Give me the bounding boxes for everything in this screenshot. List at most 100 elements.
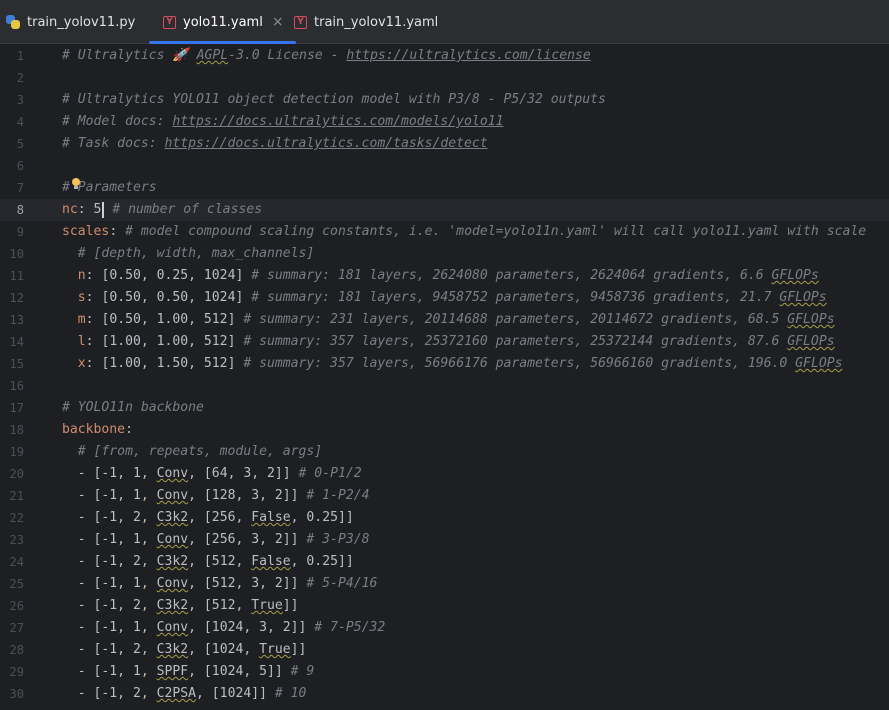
line-code: scales: # model compound scaling constan… [62,221,866,243]
code-line[interactable]: 7 # Parameters [0,177,889,199]
tab-yolo11-yaml[interactable]: Y yolo11.yaml × [149,0,296,44]
code-line[interactable]: 12 s: [0.50, 0.50, 1024] # summary: 181 … [0,287,889,309]
line-number: 25 [9,577,24,591]
line-number: 13 [9,313,24,327]
line-code: # YOLO11n backbone [62,397,204,419]
code-line[interactable]: 1 # Ultralytics 🚀 AGPL-3.0 License - http… [0,45,889,67]
code-token: # summary: 357 layers, 56966176 paramete… [243,356,796,371]
line-code: # Ultralytics YOLO11 object detection mo… [62,89,606,111]
code-token: C3k2 [156,554,189,569]
code-line[interactable]: 10 # [depth, width, max_channels] [0,243,889,265]
code-token: - [-1, 1, [62,576,157,591]
code-line[interactable]: 30 - [-1, 2, C2PSA, [1024]] # 10 [0,683,889,705]
code-token: SPPF [156,664,189,679]
code-editor[interactable]: 1 # Ultralytics 🚀 AGPL-3.0 License - http… [0,45,889,710]
tab-train-yolov11-py[interactable]: train_yolov11.py [6,0,135,44]
code-token: , [64, 3, 2]] [188,466,299,481]
code-token: True [259,642,291,657]
code-line[interactable]: 23 - [-1, 1, Conv, [256, 3, 2]] # 3-P3/8 [0,529,889,551]
code-token: GFLOPs [787,312,835,327]
code-token: # Ultralytics 🚀 [62,48,197,63]
code-token: -3.0 License - [228,48,347,63]
code-line[interactable]: 9 scales: # model compound scaling consta… [0,221,889,243]
code-token: , [512, [188,554,252,569]
code-line[interactable]: 16 [0,375,889,397]
line-number: 8 [16,203,24,217]
code-token: https://ultralytics.com/license [346,48,591,63]
line-code: - [-1, 1, Conv, [512, 3, 2]] # 5-P4/16 [62,573,378,595]
code-line[interactable]: 8 nc: 5 # number of classes [0,199,889,221]
code-line[interactable]: 15 x: [1.00, 1.50, 512] # summary: 357 l… [0,353,889,375]
line-code: # Ultralytics 🚀 AGPL-3.0 License - https… [62,45,591,67]
code-token: C2PSA [156,686,197,701]
line-number: 16 [9,379,24,393]
line-number: 9 [16,225,24,239]
line-code: # Model docs: https://docs.ultralytics.c… [62,111,503,133]
code-token: # summary: 357 layers, 25372160 paramete… [243,334,788,349]
code-token: , [1024, 3, 2]] [188,620,315,635]
code-line[interactable]: 6 [0,155,889,177]
code-line[interactable]: 21 - [-1, 1, Conv, [128, 3, 2]] # 1-P2/4 [0,485,889,507]
code-line[interactable]: 24 - [-1, 2, C3k2, [512, False, 0.25]] [0,551,889,573]
code-token: Conv [156,532,189,547]
code-token: , [512, 3, 2]] [188,576,307,591]
code-line[interactable]: 17 # YOLO11n backbone [0,397,889,419]
code-token: , [256, [188,510,252,525]
line-number: 20 [9,467,24,481]
code-token: - [-1, 1, [62,532,157,547]
code-line[interactable]: 25 - [-1, 1, Conv, [512, 3, 2]] # 5-P4/1… [0,573,889,595]
code-token: False [251,510,291,525]
line-number: 12 [9,291,24,305]
code-token: C3k2 [156,642,189,657]
line-code: m: [0.50, 1.00, 512] # summary: 231 laye… [62,309,835,331]
code-line[interactable]: 20 - [-1, 1, Conv, [64, 3, 2]] # 0-P1/2 [0,463,889,485]
yaml-icon: Y [294,15,307,29]
code-token: # 5-P4/16 [306,576,378,591]
code-token: : [1.00, 1.00, 512] [85,334,244,349]
code-line[interactable]: 2 [0,67,889,89]
code-token: GFLOPs [771,268,819,283]
code-token: # summary: 231 layers, 20114688 paramete… [243,312,788,327]
close-icon[interactable]: × [272,15,284,29]
lightbulb-icon[interactable] [72,178,80,189]
code-token: # [from, repeats, module, args] [62,444,323,459]
code-line[interactable]: 27 - [-1, 1, Conv, [1024, 3, 2]] # 7-P5/… [0,617,889,639]
line-code: - [-1, 2, C3k2, [1024, True]] [62,639,307,661]
code-token: , 0.25]] [290,510,354,525]
code-line[interactable]: 11 n: [0.50, 0.25, 1024] # summary: 181 … [0,265,889,287]
code-line[interactable]: 5 # Task docs: https://docs.ultralytics.c… [0,133,889,155]
code-token: , [128, 3, 2]] [188,488,307,503]
tab-train-yolov11-yaml[interactable]: Y train_yolov11.yaml [294,0,438,44]
code-token: ]] [290,642,307,657]
code-line[interactable]: 4 # Model docs: https://docs.ultralytics.… [0,111,889,133]
code-token: , [1024]] [196,686,275,701]
line-number: 1 [16,49,24,63]
line-number: 5 [16,137,24,151]
yaml-icon: Y [163,15,176,29]
line-number: 22 [9,511,24,525]
code-token: : [0.50, 0.25, 1024] [85,268,252,283]
line-number: 29 [9,665,24,679]
code-token: scales [62,224,110,239]
code-token: - [-1, 2, [62,642,157,657]
tab-label: train_yolov11.py [27,14,136,30]
code-token: x [77,356,86,371]
code-token: n [77,268,86,283]
code-line[interactable]: 19 # [from, repeats, module, args] [0,441,889,463]
code-line[interactable]: 22 - [-1, 2, C3k2, [256, False, 0.25]] [0,507,889,529]
code-token: False [251,554,291,569]
code-token: - [-1, 2, [62,686,157,701]
code-line[interactable]: 29 - [-1, 1, SPPF, [1024, 5]] # 9 [0,661,889,683]
code-line[interactable]: 13 m: [0.50, 1.00, 512] # summary: 231 l… [0,309,889,331]
code-line[interactable]: 28 - [-1, 2, C3k2, [1024, True]] [0,639,889,661]
code-line[interactable]: 18 backbone: [0,419,889,441]
code-token: # model compound scaling constants, i.e.… [125,224,867,239]
line-code: # [from, repeats, module, args] [62,441,322,463]
code-token: , [512, [188,598,252,613]
code-line[interactable]: 3 # Ultralytics YOLO11 object detection m… [0,89,889,111]
code-token: # 9 [290,664,315,679]
code-line[interactable]: 26 - [-1, 2, C3k2, [512, True]] [0,595,889,617]
code-line[interactable]: 14 l: [1.00, 1.00, 512] # summary: 357 l… [0,331,889,353]
